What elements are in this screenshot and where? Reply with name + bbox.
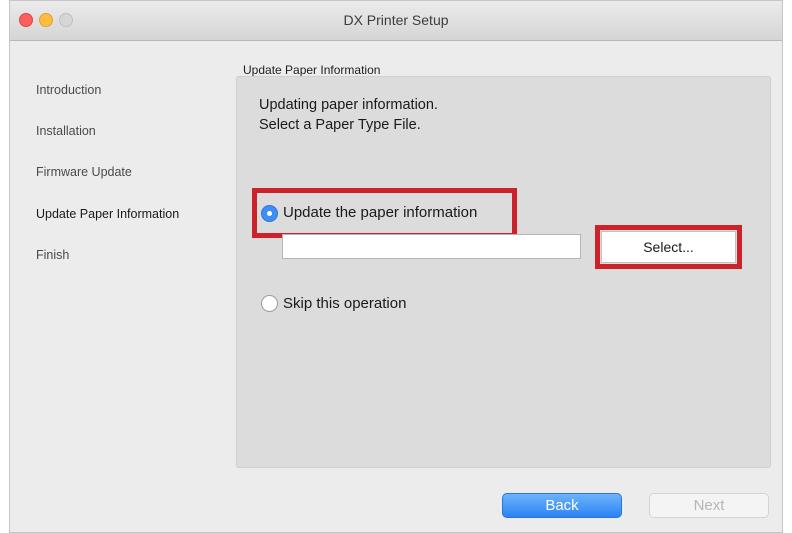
setup-window: DX Printer Setup Introduction Installati… — [9, 0, 783, 533]
paper-type-file-field[interactable] — [282, 234, 581, 259]
select-file-button[interactable]: Select... — [601, 231, 736, 263]
description-line-2: Select a Paper Type File. — [259, 117, 421, 133]
back-button[interactable]: Back — [502, 493, 622, 518]
title-bar: DX Printer Setup — [10, 1, 782, 41]
section-title: Update Paper Information — [243, 63, 381, 77]
content-panel — [236, 76, 771, 468]
skip-operation-label[interactable]: Skip this operation — [283, 295, 406, 312]
sidebar-item-firmware-update: Firmware Update — [36, 165, 132, 179]
description-line-1: Updating paper information. — [259, 97, 438, 113]
sidebar-item-finish: Finish — [36, 248, 70, 262]
sidebar-item-introduction: Introduction — [36, 83, 102, 97]
skip-operation-radio[interactable] — [261, 295, 278, 312]
sidebar-item-installation: Installation — [36, 124, 96, 138]
update-paper-label[interactable]: Update the paper information — [283, 204, 477, 221]
sidebar-item-update-paper-information: Update Paper Information — [36, 207, 180, 221]
update-paper-radio[interactable] — [261, 205, 278, 222]
window-title: DX Printer Setup — [343, 12, 449, 28]
next-button[interactable]: Next — [649, 493, 769, 518]
